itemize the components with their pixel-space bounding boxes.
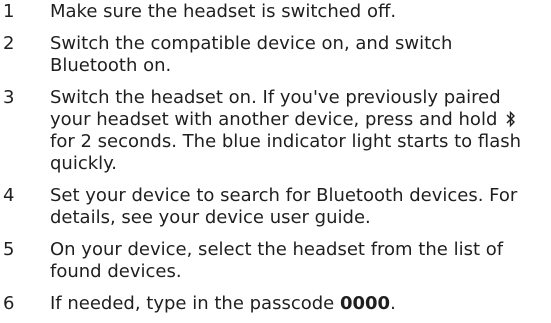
step-text: Switch the compatible device on, and swi… — [50, 33, 453, 76]
step-number: 1 — [3, 1, 15, 22]
step-number: 5 — [3, 239, 15, 260]
step-3: 3 Switch the headset on. If you've previ… — [0, 87, 551, 175]
bluetooth-icon — [506, 110, 516, 128]
step-text-before: Switch the headset on. If you've previou… — [50, 87, 501, 130]
step-6: 6 If needed, type in the passcode 0000. — [0, 293, 551, 315]
step-5: 5 On your device, select the headset fro… — [0, 239, 551, 283]
step-text-after: for 2 seconds. The blue indicator light … — [50, 131, 522, 174]
passcode: 0000 — [339, 293, 391, 314]
step-number: 4 — [3, 185, 15, 206]
step-text-before: If needed, type in the passcode — [50, 293, 335, 314]
step-text: On your device, select the headset from … — [50, 239, 504, 282]
step-number: 6 — [3, 293, 15, 314]
step-4: 4 Set your device to search for Bluetoot… — [0, 185, 551, 229]
step-number: 2 — [3, 33, 15, 54]
instruction-list: 1 Make sure the headset is switched off.… — [0, 1, 551, 315]
step-text: Make sure the headset is switched off. — [50, 1, 397, 22]
step-text-after: . — [390, 293, 396, 314]
step-2: 2 Switch the compatible device on, and s… — [0, 33, 551, 77]
step-number: 3 — [3, 87, 15, 108]
step-text: Set your device to search for Bluetooth … — [50, 185, 518, 228]
step-1: 1 Make sure the headset is switched off. — [0, 1, 551, 23]
